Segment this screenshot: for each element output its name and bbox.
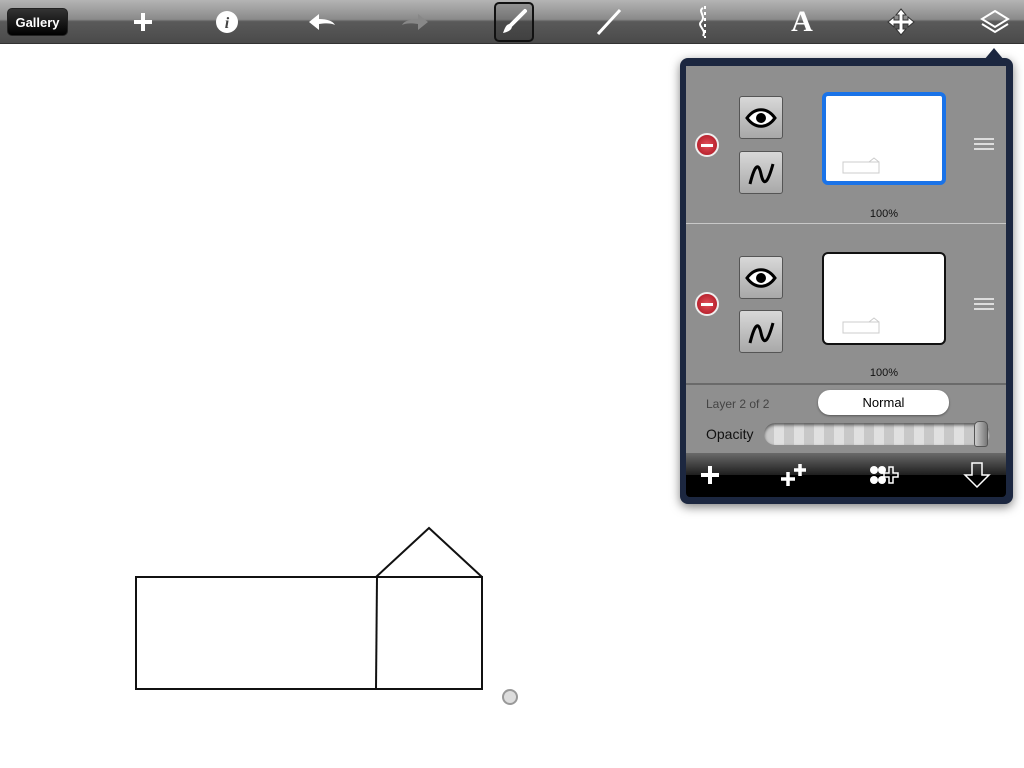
blend-mode-select[interactable]: Normal [818, 390, 949, 415]
delete-layer-icon[interactable] [695, 133, 719, 157]
popover-arrow [984, 48, 1004, 60]
brush-stroke-icon[interactable] [739, 151, 783, 194]
text-icon[interactable]: A [782, 2, 822, 42]
layer-row[interactable]: 100% [686, 225, 1006, 383]
opacity-slider[interactable] [764, 421, 990, 447]
house-drawing [135, 526, 483, 690]
merge-down-icon[interactable] [959, 459, 995, 491]
brush-stroke-icon[interactable] [739, 310, 783, 353]
redo-icon [395, 2, 435, 42]
visibility-eye-icon[interactable] [739, 96, 783, 139]
merge-layer-icon[interactable] [866, 459, 902, 491]
drawn-rectangle [135, 576, 483, 690]
brush-icon[interactable] [494, 2, 534, 42]
layers-panel: 100% 100% Layer 2 of 2 Normal Opacity [680, 48, 1013, 504]
reorder-handle-icon[interactable] [974, 138, 994, 152]
opacity-label: Opacity [706, 426, 754, 442]
layer-thumbnail[interactable] [822, 92, 946, 185]
line-icon[interactable] [589, 2, 629, 42]
plus-icon[interactable] [123, 2, 163, 42]
brush-cursor-icon [502, 689, 518, 705]
add-layer-icon[interactable] [692, 459, 728, 491]
svg-text:i: i [225, 15, 230, 32]
drawn-roof [375, 526, 483, 578]
top-toolbar: Gallery i A [0, 0, 1024, 44]
gallery-button[interactable]: Gallery [7, 8, 68, 36]
layer-opacity-text: 100% [869, 367, 899, 379]
layers-bottom-toolbar [686, 453, 1006, 497]
layer-row[interactable]: 100% [686, 66, 1006, 224]
delete-layer-icon[interactable] [695, 292, 719, 316]
undo-icon[interactable] [302, 2, 342, 42]
info-icon[interactable]: i [207, 2, 247, 42]
symmetry-icon[interactable] [685, 2, 725, 42]
layers-icon[interactable] [975, 2, 1015, 42]
drawn-divider-line [375, 576, 378, 690]
move-icon[interactable] [881, 2, 921, 42]
reorder-handle-icon[interactable] [974, 298, 994, 312]
layer-thumbnail[interactable] [822, 252, 946, 345]
layer-opacity-text: 100% [869, 208, 899, 220]
duplicate-layer-icon[interactable] [776, 459, 812, 491]
layer-info: Layer 2 of 2 [706, 397, 770, 411]
opacity-slider-thumb[interactable] [974, 421, 988, 447]
visibility-eye-icon[interactable] [739, 256, 783, 299]
